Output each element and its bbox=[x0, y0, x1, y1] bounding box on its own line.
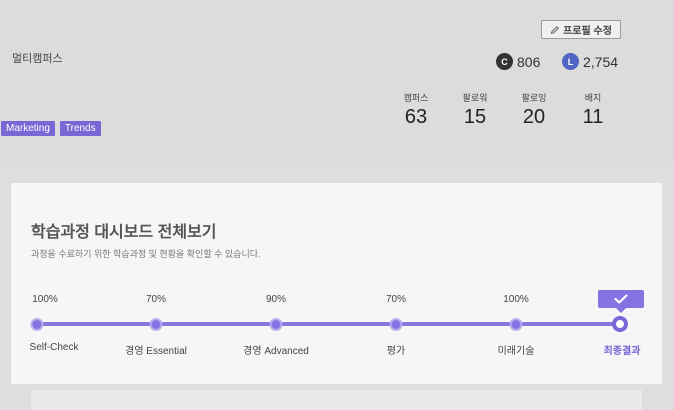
stat-label: 팔로워 bbox=[462, 93, 488, 103]
step-percent: 100% bbox=[503, 294, 529, 305]
edit-profile-label: 프로필 수정 bbox=[563, 26, 612, 37]
dashboard-description: 과정을 수료하기 위한 학습과정 및 현황을 확인할 수 있습니다. bbox=[31, 249, 261, 259]
l-point: L 2,754 bbox=[562, 53, 618, 70]
stat-value: 20 bbox=[522, 106, 546, 128]
stat-value: 63 bbox=[404, 106, 428, 128]
c-point-value: 806 bbox=[517, 53, 541, 70]
checkmark-icon bbox=[614, 294, 628, 304]
edit-profile-button[interactable]: 프로필 수정 bbox=[541, 20, 621, 39]
tag-trends[interactable]: Trends bbox=[59, 121, 101, 136]
step-node-final-result[interactable] bbox=[612, 316, 628, 332]
next-section-panel bbox=[31, 390, 642, 410]
step-node-evaluation[interactable] bbox=[389, 318, 403, 331]
c-point: C 806 bbox=[496, 53, 540, 70]
l-point-value: 2,754 bbox=[583, 53, 619, 70]
stat-label: 캠퍼스 bbox=[403, 93, 429, 103]
stat-badges[interactable]: 배지 11 bbox=[573, 91, 613, 129]
stat-following[interactable]: 팔로잉 20 bbox=[514, 91, 554, 129]
interest-tags: Marketing Trends bbox=[1, 121, 101, 136]
step-label-final-result[interactable]: 최종결과 bbox=[604, 342, 641, 357]
pencil-icon bbox=[550, 25, 560, 34]
learning-dashboard-card: 학습과정 대시보드 전체보기 과정을 수료하기 위한 학습과정 및 현황을 확인… bbox=[11, 183, 662, 384]
step-node-essential[interactable] bbox=[149, 318, 163, 331]
stat-label: 팔로잉 bbox=[521, 93, 547, 103]
step-percent: 90% bbox=[265, 294, 287, 305]
l-coin-icon: L bbox=[562, 53, 579, 70]
step-label-advanced[interactable]: 경영 Advanced bbox=[243, 342, 309, 357]
step-node-future-tech[interactable] bbox=[509, 318, 523, 331]
step-label-essential[interactable]: 경영 Essential bbox=[125, 342, 187, 357]
step-node-self-check[interactable] bbox=[30, 318, 44, 331]
dashboard-title: 학습과정 대시보드 전체보기 bbox=[31, 224, 217, 241]
step-percent: 100% bbox=[32, 294, 58, 305]
stat-value: 11 bbox=[582, 106, 604, 128]
step-label-future-tech[interactable]: 미래기술 bbox=[498, 342, 535, 357]
step-label-self-check[interactable]: Self-Check bbox=[30, 342, 79, 353]
progress-track bbox=[37, 322, 621, 326]
step-percent: 70% bbox=[385, 294, 407, 305]
stat-campus[interactable]: 캠퍼스 63 bbox=[396, 91, 436, 129]
stat-value: 15 bbox=[463, 106, 487, 128]
stat-label: 배지 bbox=[584, 93, 602, 103]
step-label-evaluation[interactable]: 평가 bbox=[387, 342, 405, 357]
step-node-advanced[interactable] bbox=[269, 318, 283, 331]
completed-badge bbox=[598, 290, 644, 313]
stat-followers[interactable]: 팔로워 15 bbox=[455, 91, 495, 129]
step-percent: 70% bbox=[145, 294, 167, 305]
tag-marketing[interactable]: Marketing bbox=[1, 121, 55, 136]
c-coin-icon: C bbox=[496, 53, 513, 70]
profile-header: 멀티캠퍼스 프로필 수정 C 806 L 2,754 캠퍼스 63 팔로워 15… bbox=[0, 0, 674, 162]
profile-name: 멀티캠퍼스 bbox=[12, 53, 63, 65]
